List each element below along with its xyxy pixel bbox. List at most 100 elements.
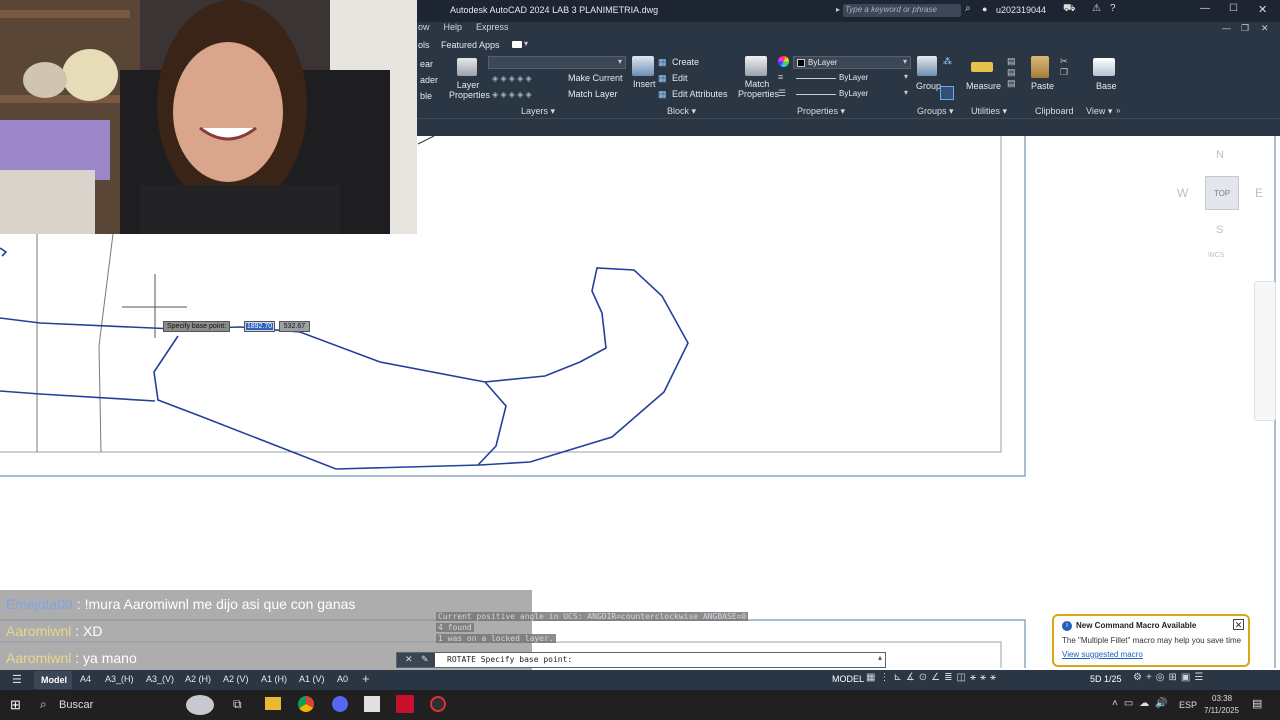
match-properties-icon[interactable]: [745, 56, 767, 76]
language-indicator[interactable]: ESP: [1179, 700, 1197, 710]
chrome-icon[interactable]: [298, 696, 314, 712]
block-panel-label[interactable]: Block ▾: [667, 106, 696, 117]
tab-a0[interactable]: A0: [337, 674, 348, 684]
clipboard-tool-icons[interactable]: ✂ ❐: [1060, 56, 1068, 78]
notifications-icon[interactable]: ▤: [1252, 697, 1262, 710]
doc-restore-icon[interactable]: ❐: [1241, 23, 1249, 34]
layer-tools-icons-2[interactable]: ◈ ◈ ◈ ◈ ◈: [492, 90, 532, 99]
clipboard-panel-label[interactable]: Clipboard: [1035, 106, 1074, 116]
group-select-icon[interactable]: [940, 86, 954, 100]
viewcube-south[interactable]: S: [1216, 224, 1223, 236]
road-polyline[interactable]: [0, 267, 689, 470]
add-layout-icon[interactable]: +: [362, 671, 370, 686]
help-icon[interactable]: ?: [1110, 3, 1116, 14]
file-explorer-icon[interactable]: [265, 697, 281, 710]
subtab-tools[interactable]: ols: [418, 40, 430, 50]
camera-icon[interactable]: [512, 41, 522, 48]
edit-attributes-icon[interactable]: ▦: [658, 89, 667, 100]
make-current-button[interactable]: Make Current: [568, 73, 623, 83]
minimize-icon[interactable]: —: [1200, 3, 1210, 14]
windows-start-icon[interactable]: ⊞: [10, 697, 21, 713]
task-view-icon[interactable]: ⧉: [233, 697, 242, 712]
tab-a4[interactable]: A4: [80, 674, 91, 684]
maximize-icon[interactable]: ☐: [1229, 3, 1238, 14]
user-icon[interactable]: ●: [982, 4, 987, 14]
chevron-down-icon[interactable]: ▾: [524, 39, 528, 48]
viewcube-north[interactable]: N: [1216, 149, 1224, 161]
share-icon[interactable]: ⚠: [1092, 3, 1101, 14]
lineweight-dropdown[interactable]: ByLayer ▾: [793, 88, 911, 101]
layer-properties-button[interactable]: Layer Properties: [449, 80, 490, 100]
create-icon[interactable]: ▦: [658, 57, 667, 68]
paste-button[interactable]: Paste: [1031, 81, 1054, 91]
menu-icon[interactable]: ☰: [12, 673, 22, 686]
road-polyline[interactable]: [477, 381, 507, 466]
group-icon[interactable]: [917, 56, 937, 76]
view-panel-label[interactable]: View ▾: [1086, 106, 1112, 117]
tab-view[interactable]: ow: [418, 22, 430, 38]
view-macro-link[interactable]: View suggested macro: [1062, 650, 1143, 659]
discord-icon[interactable]: [332, 696, 348, 712]
layer-dropdown[interactable]: ▾: [488, 56, 626, 69]
model-space-toggle[interactable]: MODEL: [832, 674, 864, 684]
app-icon[interactable]: [364, 696, 380, 712]
viewcube-west[interactable]: W: [1177, 186, 1188, 200]
search-icon[interactable]: ⌕: [965, 3, 971, 14]
color-dropdown[interactable]: ByLayer ▾: [793, 56, 911, 69]
obs-icon[interactable]: [430, 696, 446, 712]
match-layer-button[interactable]: Match Layer: [568, 89, 618, 99]
edit-icon[interactable]: ▦: [658, 73, 667, 84]
wcs-menu[interactable]: WCS: [1208, 252, 1224, 259]
viewcube-top[interactable]: TOP: [1205, 176, 1239, 210]
close-icon[interactable]: ✕: [405, 654, 413, 665]
road-polyline[interactable]: [0, 390, 156, 402]
paste-icon[interactable]: [1031, 56, 1049, 78]
tab-a3-v[interactable]: A3_(V): [146, 674, 174, 684]
doc-close-icon[interactable]: ✕: [1261, 23, 1269, 34]
search-input[interactable]: Type a keyword or phrase: [843, 4, 961, 17]
properties-panel-label[interactable]: Properties ▾: [797, 106, 845, 117]
road-polyline[interactable]: [0, 247, 8, 257]
tab-help[interactable]: Help: [444, 22, 463, 38]
annotation-scale[interactable]: 5D 1/25: [1090, 674, 1122, 684]
clock-date[interactable]: 7/11/2025: [1204, 706, 1239, 715]
tab-model[interactable]: Model: [34, 671, 72, 689]
insert-button[interactable]: Insert: [633, 79, 656, 89]
coordinate-x-input[interactable]: 1892.70: [244, 321, 275, 332]
edit-attributes-button[interactable]: Edit Attributes: [672, 89, 728, 99]
macro-notification[interactable]: i New Command Macro Available ✕ The "Mul…: [1052, 614, 1250, 667]
more-icon[interactable]: »: [1116, 106, 1120, 115]
user-name[interactable]: u202319044: [996, 5, 1046, 15]
tab-a2-v[interactable]: A2 (V): [223, 674, 249, 684]
base-icon[interactable]: [1093, 58, 1115, 76]
tab-a1-v[interactable]: A1 (V): [299, 674, 325, 684]
utility-tool-icons[interactable]: ▤ ▤ ▤: [1007, 56, 1016, 89]
tab-express[interactable]: Express: [476, 22, 509, 38]
chevron-up-icon[interactable]: ▴: [878, 653, 882, 662]
base-button[interactable]: Base: [1096, 81, 1117, 91]
group-tools-icon[interactable]: ⁂: [943, 56, 952, 67]
create-block-button[interactable]: Create: [672, 57, 699, 67]
close-icon[interactable]: ✕: [1233, 619, 1244, 630]
clock-time[interactable]: 03:38: [1212, 694, 1232, 703]
tab-a1-h[interactable]: A1 (H): [261, 674, 287, 684]
layer-tools-icons[interactable]: ◈ ◈ ◈ ◈ ◈: [492, 74, 532, 83]
subtab-featured-apps[interactable]: Featured Apps: [441, 40, 500, 50]
command-line[interactable]: ✕ ✎ ROTATE Specify base point: ▴: [396, 652, 886, 668]
tab-a2-h[interactable]: A2 (H): [185, 674, 211, 684]
groups-panel-label[interactable]: Groups ▾: [917, 106, 954, 117]
edit-block-button[interactable]: Edit: [672, 73, 688, 83]
status-tool-icons[interactable]: ▦⋮⊾∡⊙∠≣◫⚹⚹⚹: [866, 672, 1000, 683]
viewcube-east[interactable]: E: [1255, 186, 1263, 200]
measure-button[interactable]: Measure: [966, 81, 1001, 91]
layer-properties-icon[interactable]: [457, 58, 477, 76]
utilities-panel-label[interactable]: Utilities ▾: [971, 106, 1007, 117]
command-input[interactable]: ROTATE Specify base point: ▴: [435, 653, 885, 667]
taskbar-search[interactable]: Buscar: [59, 699, 93, 711]
color-wheel-icon[interactable]: [778, 56, 789, 67]
group-button[interactable]: Group: [916, 81, 941, 91]
search-icon[interactable]: ⌕: [40, 697, 47, 712]
layers-panel-label[interactable]: Layers ▾: [521, 106, 555, 117]
close-icon[interactable]: ✕: [1258, 3, 1267, 16]
insert-icon[interactable]: [632, 56, 654, 76]
